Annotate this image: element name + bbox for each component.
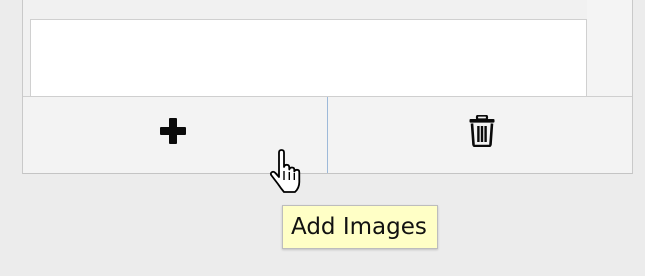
trash-icon: [469, 115, 495, 147]
add-images-tooltip: Add Images: [282, 205, 438, 249]
image-list-button-bar: [23, 96, 632, 173]
image-list[interactable]: [30, 19, 587, 96]
delete-images-button[interactable]: [328, 97, 632, 173]
hand-pointer-icon: [269, 149, 301, 193]
plus-icon: [160, 118, 186, 144]
list-gutter: [587, 0, 632, 96]
image-panel-window: Add Images: [0, 0, 645, 276]
